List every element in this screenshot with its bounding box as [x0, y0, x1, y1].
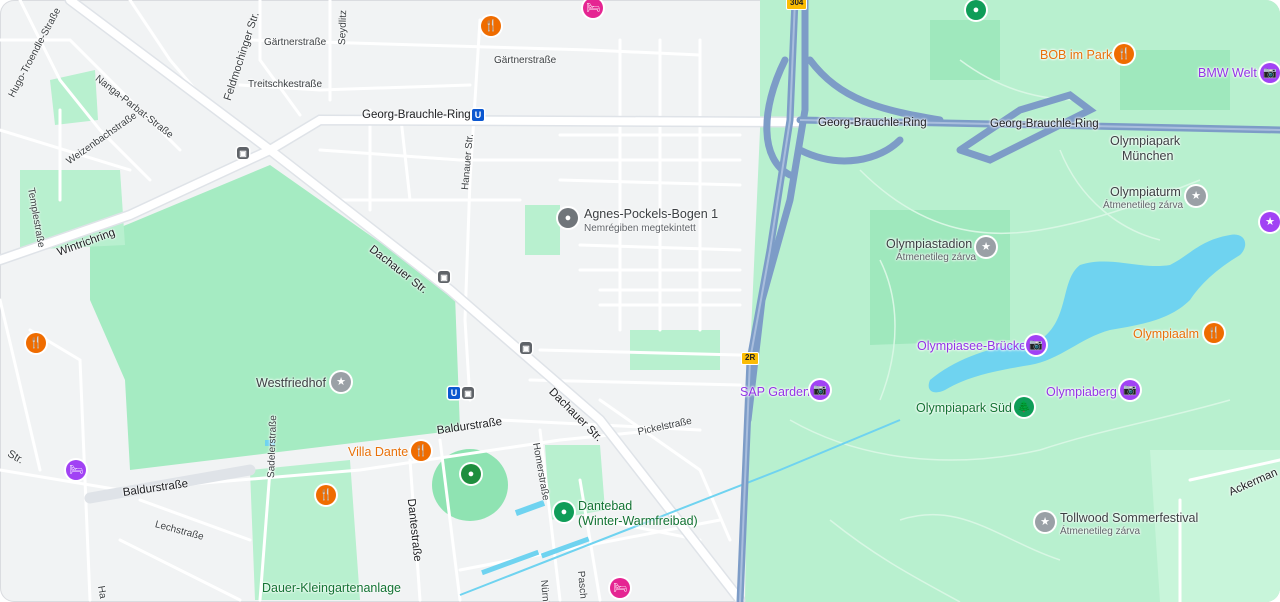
- camera-icon[interactable]: 📷: [1120, 380, 1140, 400]
- transit-stop-icon[interactable]: ▣: [438, 271, 450, 283]
- map-canvas[interactable]: Georg-Brauchle-Ring U Georg-Brauchle-Rin…: [0, 0, 1280, 602]
- poi-tollwood-sommerfestival[interactable]: Tollwood Sommerfestival: [1060, 512, 1198, 525]
- transit-stop-icon[interactable]: ▣: [520, 342, 532, 354]
- tower-icon[interactable]: ★: [1186, 186, 1206, 206]
- road-label-gaertnerstrasse: Gärtnerstraße: [494, 55, 557, 66]
- hotel-icon[interactable]: 🛏: [610, 578, 630, 598]
- road-label-treitschkestrasse: Treitschkestraße: [248, 79, 323, 90]
- camera-icon[interactable]: 📷: [1260, 63, 1280, 83]
- poi-villa-dante[interactable]: Villa Dante: [348, 446, 408, 459]
- road-label-georg-brauchle-ring: Georg-Brauchle-Ring: [818, 117, 927, 129]
- poi-olympiapark-muenchen-line2[interactable]: München: [1122, 150, 1173, 163]
- attraction-icon[interactable]: ★: [1260, 212, 1280, 232]
- pool-icon[interactable]: ●: [554, 502, 574, 522]
- poi-westfriedhof[interactable]: Westfriedhof: [256, 377, 326, 390]
- stadium-icon[interactable]: ★: [976, 237, 996, 257]
- poi-subtitle: Nemrégiben megtekintett: [584, 223, 696, 234]
- poi-olympiastadion[interactable]: Olympiastadion: [886, 238, 972, 251]
- poi-olympiaberg[interactable]: Olympiaberg: [1046, 386, 1117, 399]
- poi-olympiaalm[interactable]: Olympiaalm: [1133, 328, 1199, 341]
- highway-shield: 2R: [741, 352, 760, 365]
- poi-olympiapark-sued[interactable]: Olympiapark Süd: [916, 402, 1012, 415]
- poi-dantebad[interactable]: Dantebad: [578, 500, 632, 513]
- poi-agnes-pockels-bogen[interactable]: Agnes-Pockels-Bogen 1: [584, 208, 718, 221]
- ubahn-station-icon[interactable]: U: [448, 387, 460, 399]
- road-label-georg-brauchle-ring: Georg-Brauchle-Ring: [362, 109, 471, 121]
- poi-bob-im-park[interactable]: BOB im Park: [1040, 49, 1112, 62]
- poi-olympiasee-bruecke[interactable]: Olympiasee-Brücke: [917, 340, 1026, 353]
- camera-icon[interactable]: 📷: [810, 380, 830, 400]
- location-pin-icon[interactable]: ●: [966, 0, 986, 20]
- poi-sap-garden[interactable]: SAP Garden: [740, 386, 810, 399]
- road-label-nuernb: Nürnb: [538, 579, 552, 602]
- poi-dauer-kleingartenanlage[interactable]: Dauer-Kleingartenanlage: [262, 582, 401, 595]
- restaurant-icon[interactable]: 🍴: [1204, 323, 1224, 343]
- restaurant-icon[interactable]: 🍴: [1114, 44, 1134, 64]
- restaurant-icon[interactable]: 🍴: [411, 441, 431, 461]
- poi-olympiapark-muenchen[interactable]: Olympiapark: [1110, 135, 1180, 148]
- pool-icon[interactable]: ●: [461, 464, 481, 484]
- attraction-icon[interactable]: 🛏: [66, 460, 86, 480]
- road-label-georg-brauchle-ring: Georg-Brauchle-Ring: [990, 118, 1099, 130]
- cemetery-icon[interactable]: ★: [331, 372, 351, 392]
- location-pin-icon[interactable]: ●: [558, 208, 578, 228]
- road-label-gaertnerstrasse: Gärtnerstraße: [264, 37, 327, 48]
- attraction-icon[interactable]: ★: [1035, 512, 1055, 532]
- poi-dantebad-subtitle[interactable]: (Winter-Warmfreibad): [578, 515, 698, 528]
- transit-stop-icon[interactable]: ▣: [237, 147, 249, 159]
- poi-subtitle: Átmenetileg zárva: [896, 252, 977, 263]
- road-label-pasch: Pasch: [575, 570, 589, 600]
- restaurant-icon[interactable]: 🍴: [26, 333, 46, 353]
- poi-subtitle: Átmenetileg zárva: [1060, 526, 1141, 537]
- road-label-seydlitz: Seydlitz: [337, 9, 350, 46]
- poi-subtitle: Átmenetileg zárva: [1103, 200, 1184, 211]
- poi-olympiaturm[interactable]: Olympiaturm: [1110, 186, 1181, 199]
- restaurant-icon[interactable]: 🍴: [316, 485, 336, 505]
- ubahn-station-icon[interactable]: U: [472, 109, 484, 121]
- transit-stop-icon[interactable]: ▣: [462, 387, 474, 399]
- restaurant-icon[interactable]: 🍴: [481, 16, 501, 36]
- poi-bmw-welt[interactable]: BMW Welt: [1198, 67, 1257, 80]
- highway-shield: 304: [786, 0, 808, 10]
- camera-icon[interactable]: 📷: [1026, 335, 1046, 355]
- road-label-ha: Ha: [95, 584, 109, 600]
- tree-icon[interactable]: 🌲: [1014, 397, 1034, 417]
